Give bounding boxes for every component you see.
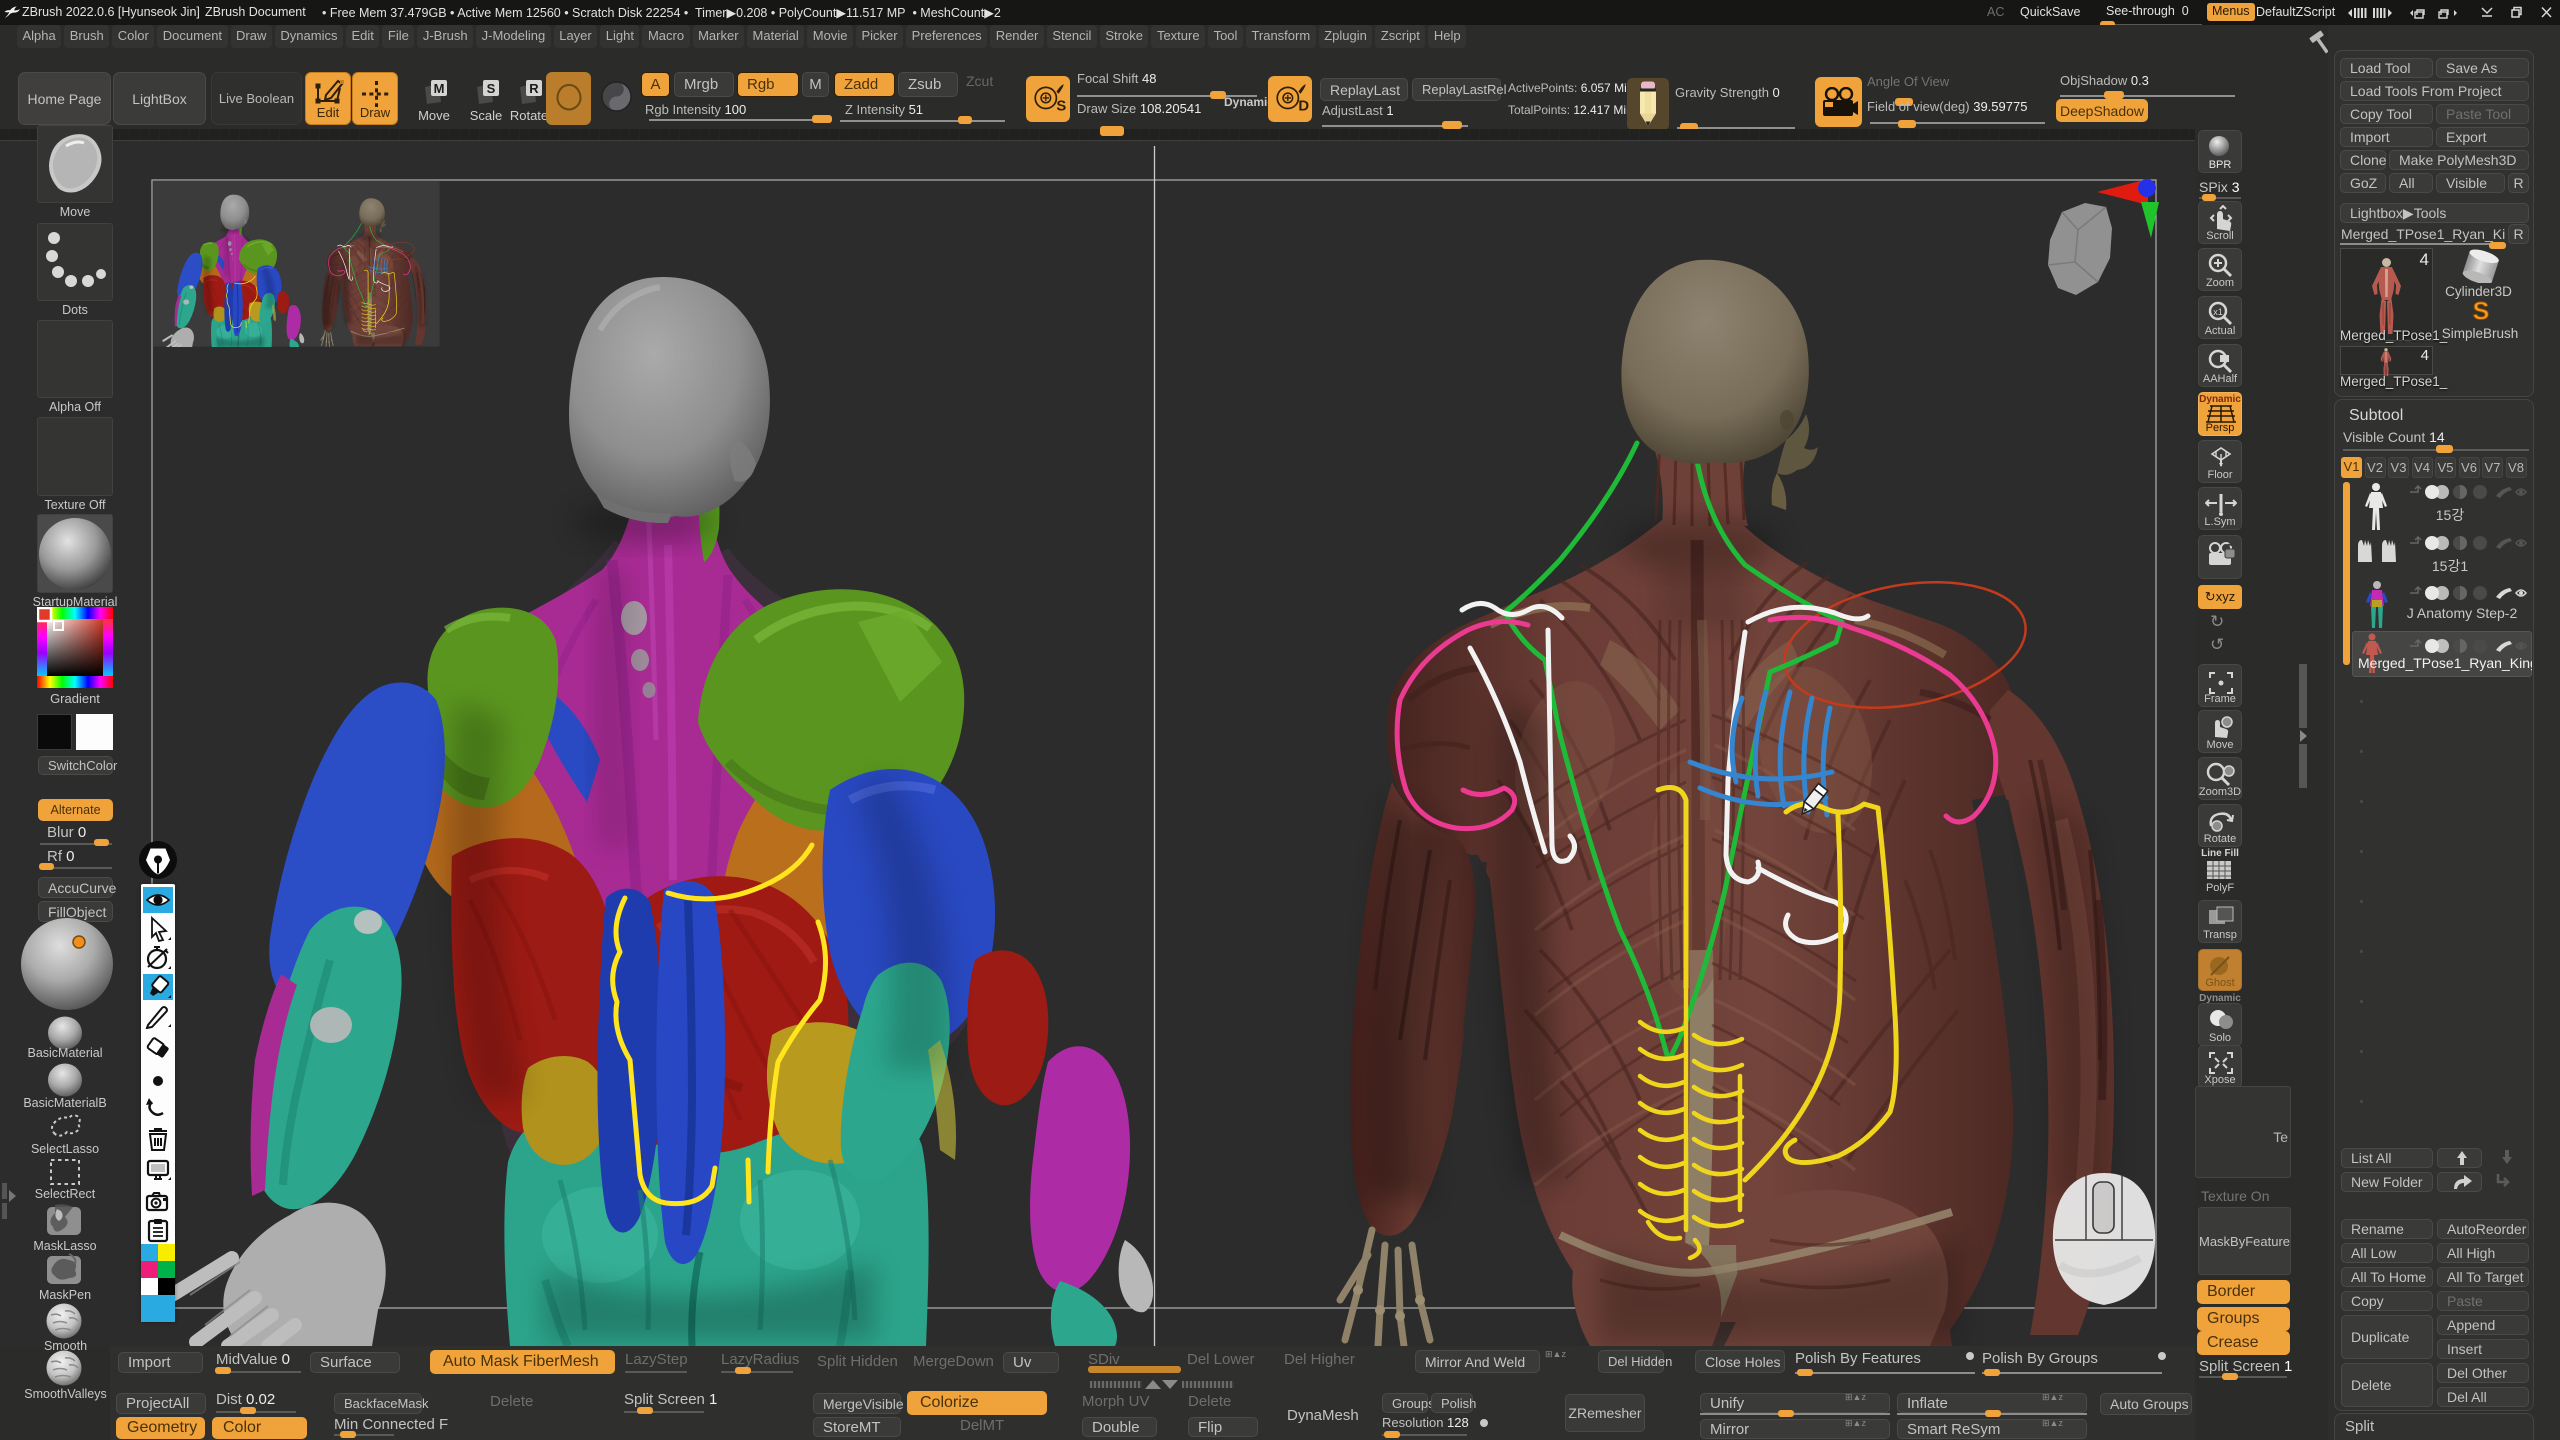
svg-text:D: D [1298,99,1309,115]
svg-text:x1: x1 [2213,307,2223,317]
svg-text:S: S [487,81,496,96]
svg-text:R: R [529,81,539,96]
svg-text:S: S [2473,299,2490,324]
svg-text:S: S [1056,99,1066,115]
svg-text:M: M [434,81,445,96]
